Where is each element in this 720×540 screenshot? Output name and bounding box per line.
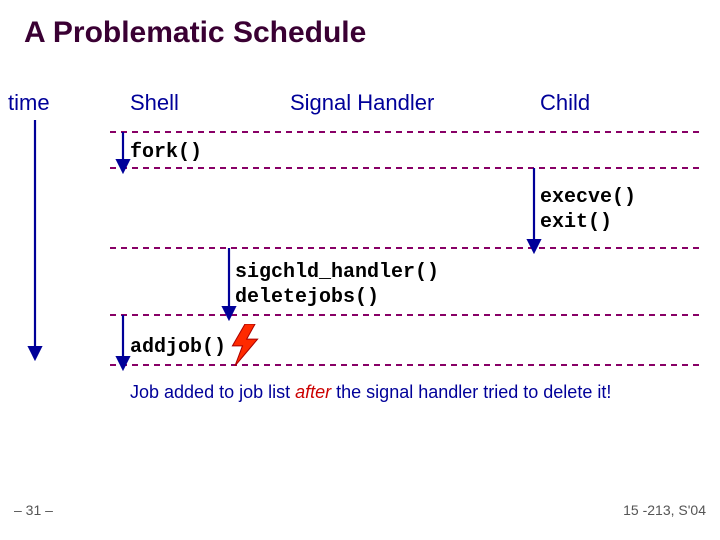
diagram-stage: time Shell Signal Handler Child fork() e… bbox=[0, 90, 720, 410]
lightning-icon bbox=[228, 324, 262, 366]
caption: Job added to job list after the signal h… bbox=[130, 382, 611, 403]
diagram-svg bbox=[0, 90, 720, 410]
slide-title: A Problematic Schedule bbox=[24, 16, 366, 50]
caption-emph: after bbox=[295, 382, 331, 402]
caption-post: the signal handler tried to delete it! bbox=[331, 382, 611, 402]
course-footer: 15 -213, S'04 bbox=[623, 502, 706, 518]
caption-pre: Job added to job list bbox=[130, 382, 295, 402]
slide-number: – 31 – bbox=[14, 502, 53, 518]
